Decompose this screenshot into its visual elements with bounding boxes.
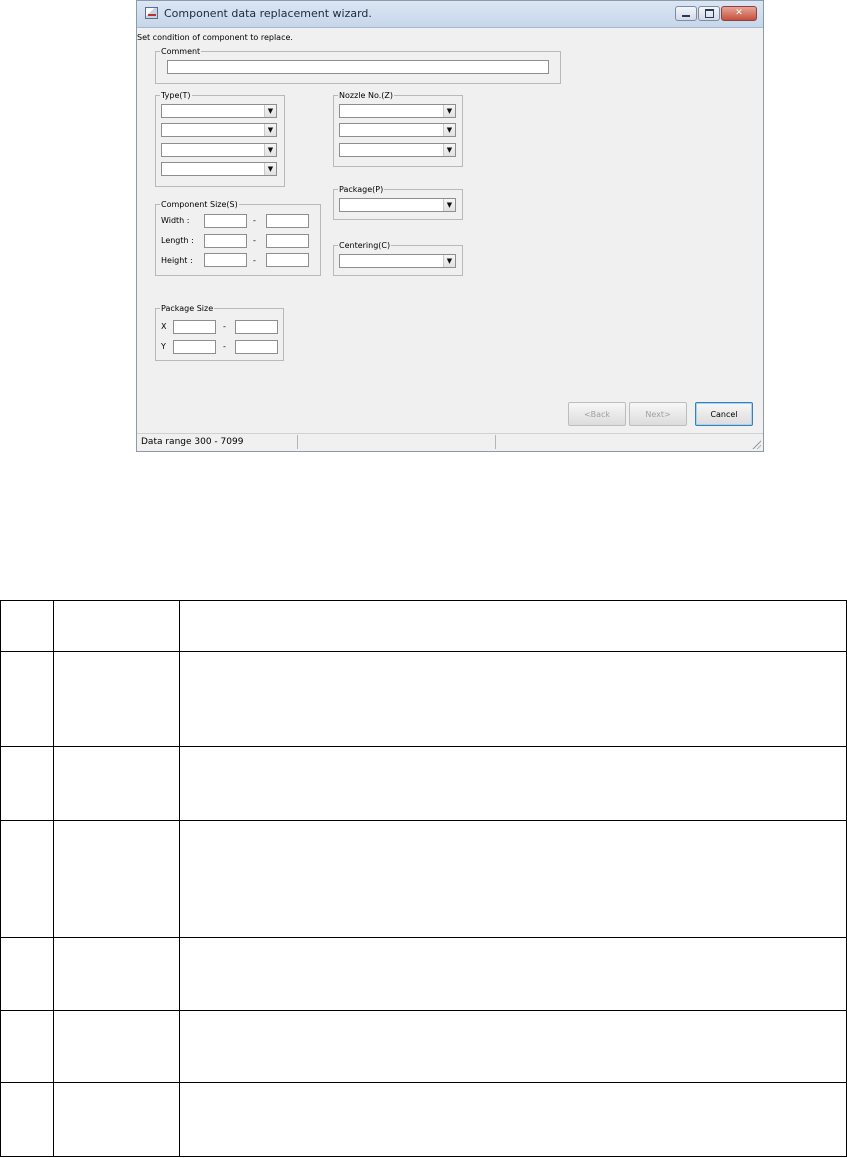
type-combo-2[interactable]: ▼ <box>161 123 277 137</box>
height-max-input[interactable] <box>266 253 309 267</box>
table-cell <box>179 1082 847 1157</box>
height-label: Height : <box>161 256 193 265</box>
dropdown-arrow-icon: ▼ <box>264 144 276 156</box>
status-panel-3 <box>497 435 747 449</box>
type-legend: Type(T) <box>161 91 191 100</box>
description-table <box>0 600 847 1157</box>
table-cell <box>0 746 54 821</box>
dropdown-arrow-icon: ▼ <box>443 124 455 136</box>
table-row <box>0 746 847 821</box>
table-cell <box>53 937 180 1011</box>
maximize-icon <box>704 9 714 18</box>
instruction-text: Set condition of component to replace. <box>137 33 293 42</box>
app-icon <box>145 7 158 19</box>
table-cell <box>179 746 847 821</box>
comment-input[interactable] <box>167 60 549 74</box>
table-cell <box>179 937 847 1011</box>
table-cell <box>53 746 180 821</box>
table-cell <box>0 651 54 747</box>
width-max-input[interactable] <box>266 214 309 228</box>
type-combo-3[interactable]: ▼ <box>161 143 277 157</box>
table-cell <box>0 1010 54 1083</box>
component-size-legend: Component Size(S) <box>161 200 238 209</box>
package-legend: Package(P) <box>339 185 384 194</box>
dropdown-arrow-icon: ▼ <box>443 255 455 267</box>
width-separator: - <box>253 216 256 225</box>
length-max-input[interactable] <box>266 234 309 248</box>
y-label: Y <box>161 342 166 351</box>
centering-combo[interactable]: ▼ <box>339 254 456 268</box>
table-cell <box>53 1082 180 1157</box>
dropdown-arrow-icon: ▼ <box>443 105 455 117</box>
wizard-window: Component data replacement wizard. ✕ Set… <box>136 0 764 452</box>
window-title: Component data replacement wizard. <box>164 7 372 20</box>
length-separator: - <box>253 236 256 245</box>
status-panel-2 <box>299 435 496 449</box>
type-combo-1[interactable]: ▼ <box>161 104 277 118</box>
table-cell <box>179 600 847 652</box>
table-header-row <box>0 600 847 652</box>
y-max-input[interactable] <box>235 340 278 354</box>
height-min-input[interactable] <box>204 253 247 267</box>
centering-legend: Centering(C) <box>339 241 391 250</box>
x-max-input[interactable] <box>235 320 278 334</box>
width-label: Width : <box>161 216 190 225</box>
y-min-input[interactable] <box>173 340 216 354</box>
table-cell <box>0 600 54 652</box>
next-button[interactable]: Next> <box>629 402 687 426</box>
table-cell <box>179 1010 847 1083</box>
table-row <box>0 1082 847 1157</box>
nozzle-legend: Nozzle No.(Z) <box>339 91 393 100</box>
package-combo[interactable]: ▼ <box>339 198 456 212</box>
table-row <box>0 651 847 747</box>
x-label: X <box>161 322 167 331</box>
comment-legend: Comment <box>161 47 201 56</box>
minimize-button[interactable] <box>675 6 697 21</box>
table-cell <box>53 651 180 747</box>
type-combo-4[interactable]: ▼ <box>161 162 277 176</box>
table-cell <box>179 651 847 747</box>
table-cell <box>179 820 847 938</box>
table-cell <box>53 1010 180 1083</box>
x-min-input[interactable] <box>173 320 216 334</box>
minimize-icon <box>682 15 690 17</box>
nozzle-combo-2[interactable]: ▼ <box>339 123 456 137</box>
table-row <box>0 937 847 1011</box>
table-row <box>0 1010 847 1083</box>
status-bar: Data range 300 - 7099 <box>137 433 763 451</box>
length-min-input[interactable] <box>204 234 247 248</box>
table-cell <box>0 820 54 938</box>
dropdown-arrow-icon: ▼ <box>264 105 276 117</box>
dropdown-arrow-icon: ▼ <box>443 144 455 156</box>
cancel-button[interactable]: Cancel <box>695 402 753 426</box>
package-size-legend: Package Size <box>161 304 214 313</box>
table-cell <box>53 820 180 938</box>
table-cell <box>53 600 180 652</box>
close-icon: ✕ <box>735 8 743 18</box>
nozzle-combo-3[interactable]: ▼ <box>339 143 456 157</box>
close-button[interactable]: ✕ <box>721 6 757 21</box>
dropdown-arrow-icon: ▼ <box>443 199 455 211</box>
maximize-button[interactable] <box>698 6 720 21</box>
window-controls: ✕ <box>675 6 757 22</box>
title-bar[interactable]: Component data replacement wizard. ✕ <box>137 1 763 28</box>
nozzle-combo-1[interactable]: ▼ <box>339 104 456 118</box>
y-separator: - <box>223 342 226 351</box>
length-label: Length : <box>161 236 194 245</box>
x-separator: - <box>223 322 226 331</box>
table-row <box>0 820 847 938</box>
dropdown-arrow-icon: ▼ <box>264 163 276 175</box>
table-cell <box>0 937 54 1011</box>
table-cell <box>0 1082 54 1157</box>
width-min-input[interactable] <box>204 214 247 228</box>
dropdown-arrow-icon: ▼ <box>264 124 276 136</box>
resize-grip-icon[interactable] <box>751 439 761 449</box>
back-button[interactable]: <Back <box>568 402 626 426</box>
height-separator: - <box>253 256 256 265</box>
status-panel-data-range: Data range 300 - 7099 <box>137 435 298 449</box>
